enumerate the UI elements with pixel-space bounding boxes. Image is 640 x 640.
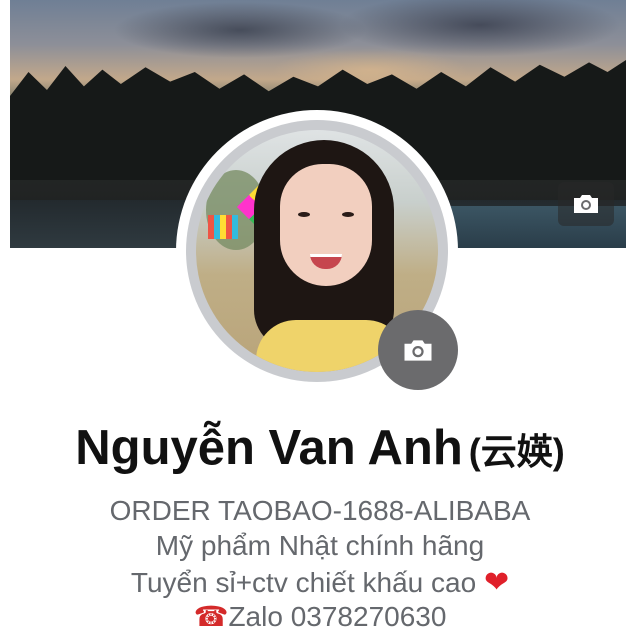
bio-line: Mỹ phẩm Nhật chính hãng <box>155 530 485 561</box>
camera-icon <box>404 339 432 361</box>
heart-icon: ❤ <box>483 566 510 599</box>
profile-name-row: Nguyễn Van Anh (云媖) <box>0 420 640 476</box>
camera-icon <box>574 195 598 213</box>
avatar-eye-left <box>298 212 310 217</box>
bio-text: Tuyển sỉ+ctv chiết khấu cao <box>130 567 477 598</box>
bio-text: Zalo 0378270630 <box>228 601 447 632</box>
avatar-eye-right <box>342 212 354 217</box>
profile-alt-name: (云媖) <box>468 431 565 472</box>
edit-avatar-button[interactable] <box>378 310 458 390</box>
profile-name: Nguyễn Van Anh <box>75 421 463 475</box>
bio-line-with-phone: ☎Zalo 0378270630 <box>0 600 640 633</box>
avatar-bg-blocks <box>208 215 238 239</box>
phone-icon: ☎ <box>193 601 229 632</box>
bio-line-with-heart: Tuyển sỉ+ctv chiết khấu cao ❤ <box>0 565 640 600</box>
bio-line: ORDER TAOBAO-1688-ALIBABA <box>109 495 531 526</box>
edit-cover-button[interactable] <box>558 182 614 226</box>
